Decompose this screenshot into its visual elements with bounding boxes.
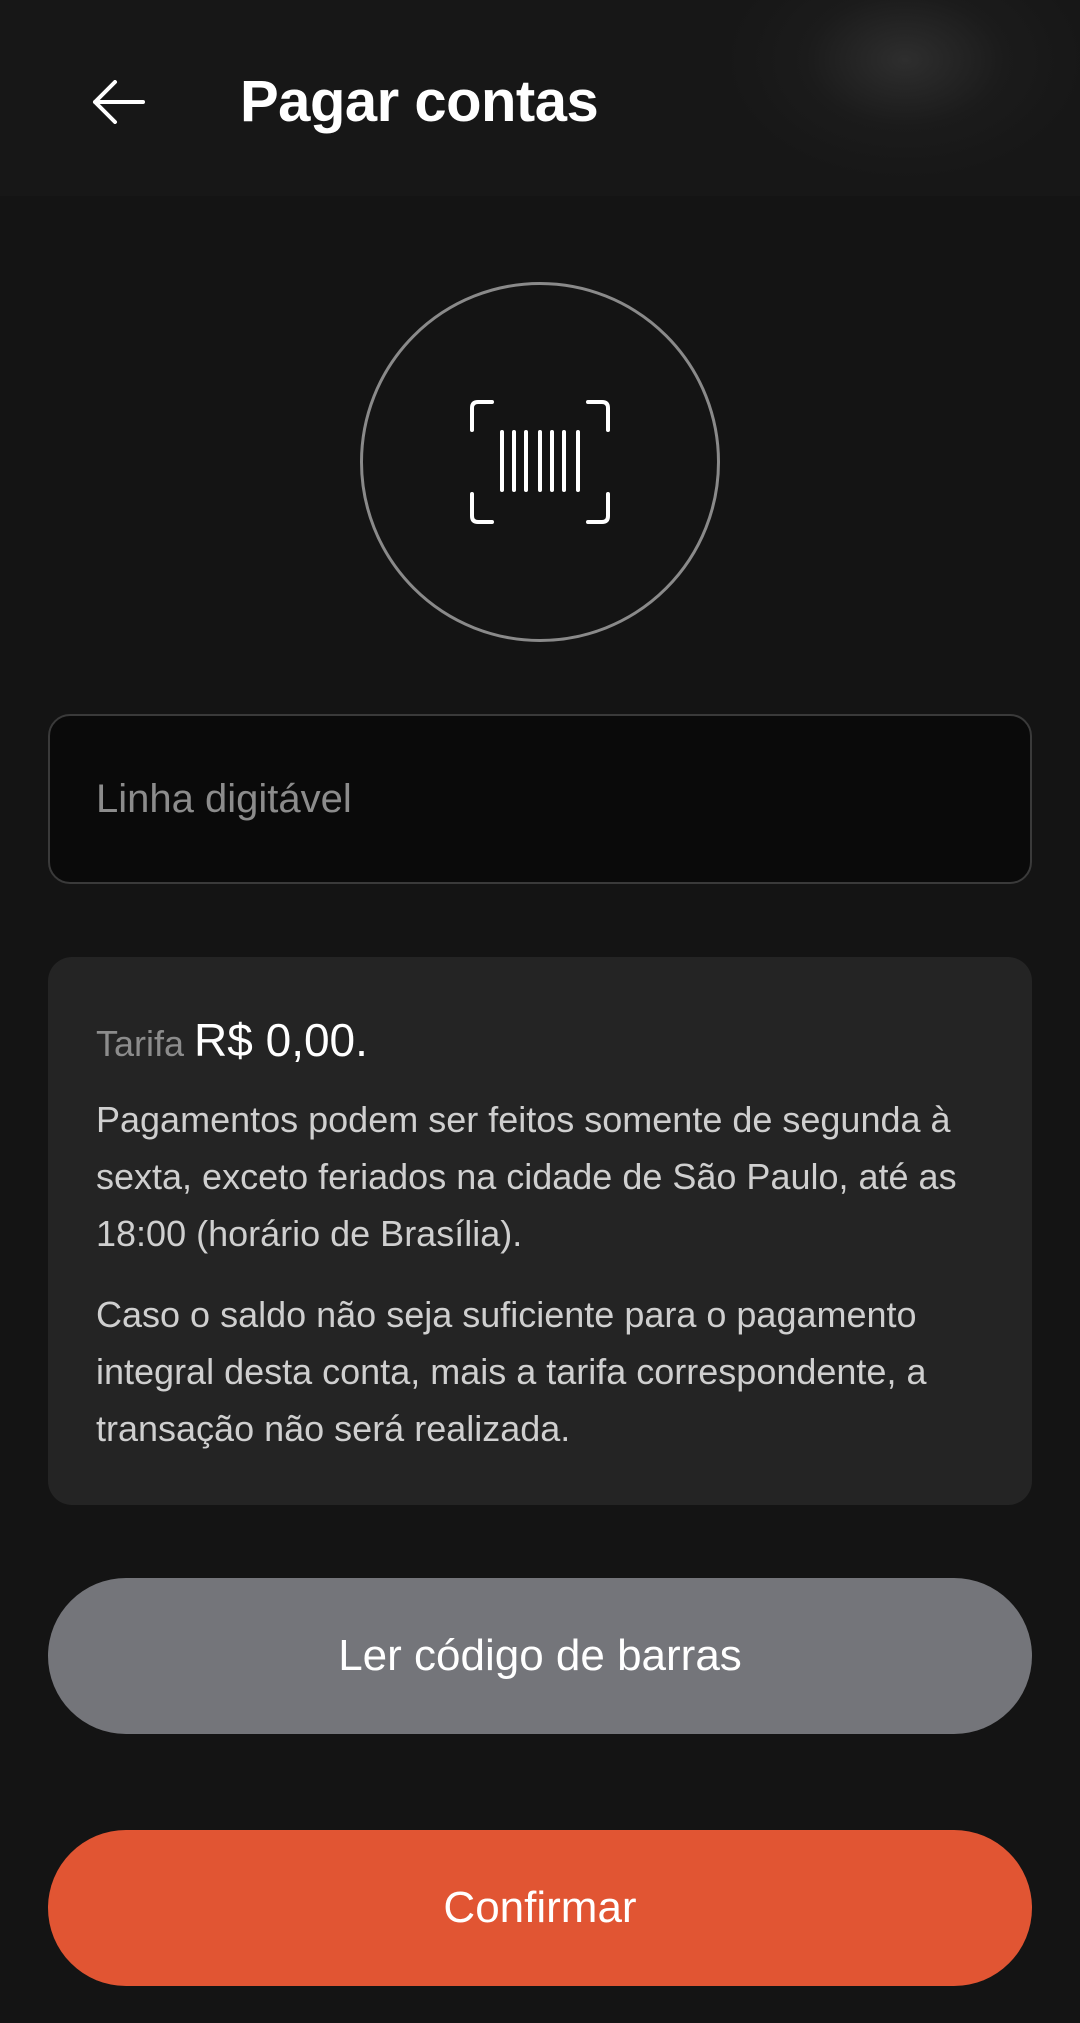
fee-line: Tarifa R$ 0,00.	[96, 1013, 984, 1067]
barcode-scanner-graphic	[360, 282, 720, 642]
pay-bills-screen: Pagar contas Tarifa R$ 0,00.	[0, 0, 1080, 2023]
arrow-left-icon	[93, 80, 145, 124]
payment-hours-notice: Pagamentos podem ser feitos somente de s…	[96, 1099, 957, 1254]
typeable-line-input[interactable]	[96, 716, 986, 882]
fee-label: Tarifa	[96, 1023, 185, 1064]
fee-info-card: Tarifa R$ 0,00. Pagamentos podem ser fei…	[48, 957, 1032, 1505]
page-title: Pagar contas	[240, 69, 599, 134]
app-header: Pagar contas	[0, 0, 1080, 196]
typeable-line-field-container	[48, 714, 1032, 884]
scan-barcode-button[interactable]: Ler código de barras	[48, 1578, 1032, 1734]
insufficient-balance-notice: Caso o saldo não seja suficiente para o …	[96, 1294, 927, 1449]
confirm-button[interactable]: Confirmar	[48, 1830, 1032, 1986]
fee-value: R$ 0,00.	[194, 1014, 368, 1066]
barcode-scan-icon	[470, 400, 610, 524]
back-button[interactable]	[78, 62, 158, 142]
